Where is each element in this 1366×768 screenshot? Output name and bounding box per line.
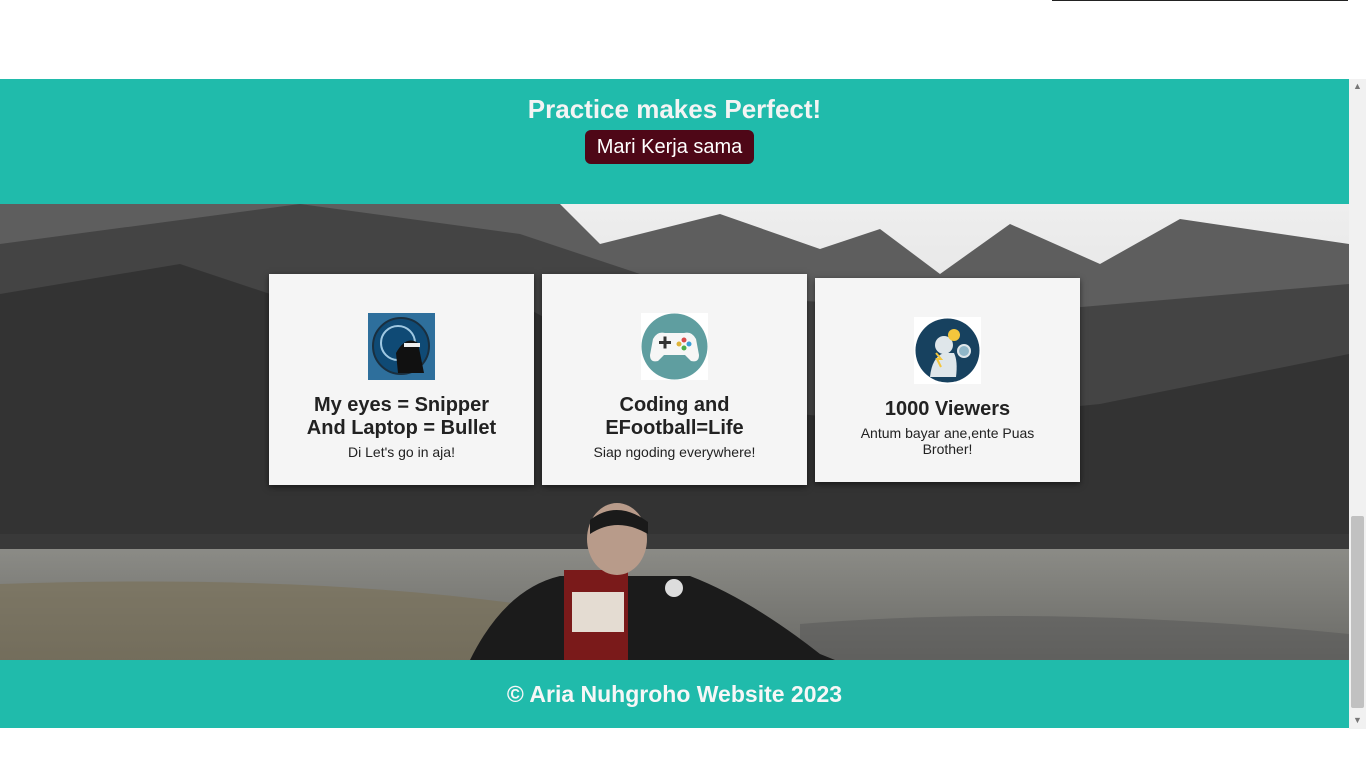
- card-text: Siap ngoding everywhere!: [593, 444, 756, 460]
- mari-kerja-sama-button[interactable]: Mari Kerja sama: [585, 130, 754, 164]
- card-title-line1: My eyes = Snipper: [313, 394, 490, 416]
- card-title-line1: Coding and: [619, 394, 730, 416]
- gamepad-icon: [641, 313, 708, 380]
- scroll-thumb[interactable]: [1351, 516, 1364, 708]
- footer-copyright: © Aria Nuhgroho Website 2023: [506, 681, 843, 707]
- card-title: 1000 Viewers: [884, 398, 1011, 420]
- feature-card-coding: Coding and EFootball=Life Siap ngoding e…: [542, 274, 807, 485]
- card-text-line1: Antum bayar ane,ente Puas: [860, 425, 1035, 441]
- scroll-down-arrow-icon[interactable]: ▼: [1352, 715, 1363, 725]
- hero-title: Practice makes Perfect!: [527, 94, 822, 125]
- card-title-line2: EFootball=Life: [605, 417, 744, 439]
- scroll-up-arrow-icon[interactable]: ▲: [1352, 81, 1363, 91]
- vertical-scrollbar[interactable]: ▲ ▼: [1349, 79, 1366, 729]
- top-divider-line: [1052, 0, 1348, 1]
- card-text: Di Let's go in aja!: [348, 444, 455, 460]
- feature-card-viewers: 1000 Viewers Antum bayar ane,ente Puas B…: [815, 278, 1080, 482]
- sniper-ninja-icon: [368, 313, 435, 380]
- card-title-line2: And Laptop = Bullet: [306, 417, 497, 439]
- feature-card-sniper: My eyes = Snipper And Laptop = Bullet Di…: [269, 274, 534, 485]
- thinking-person-icon: [914, 317, 981, 384]
- top-white-area: [0, 0, 1052, 79]
- card-text-line2: Brother!: [922, 441, 973, 457]
